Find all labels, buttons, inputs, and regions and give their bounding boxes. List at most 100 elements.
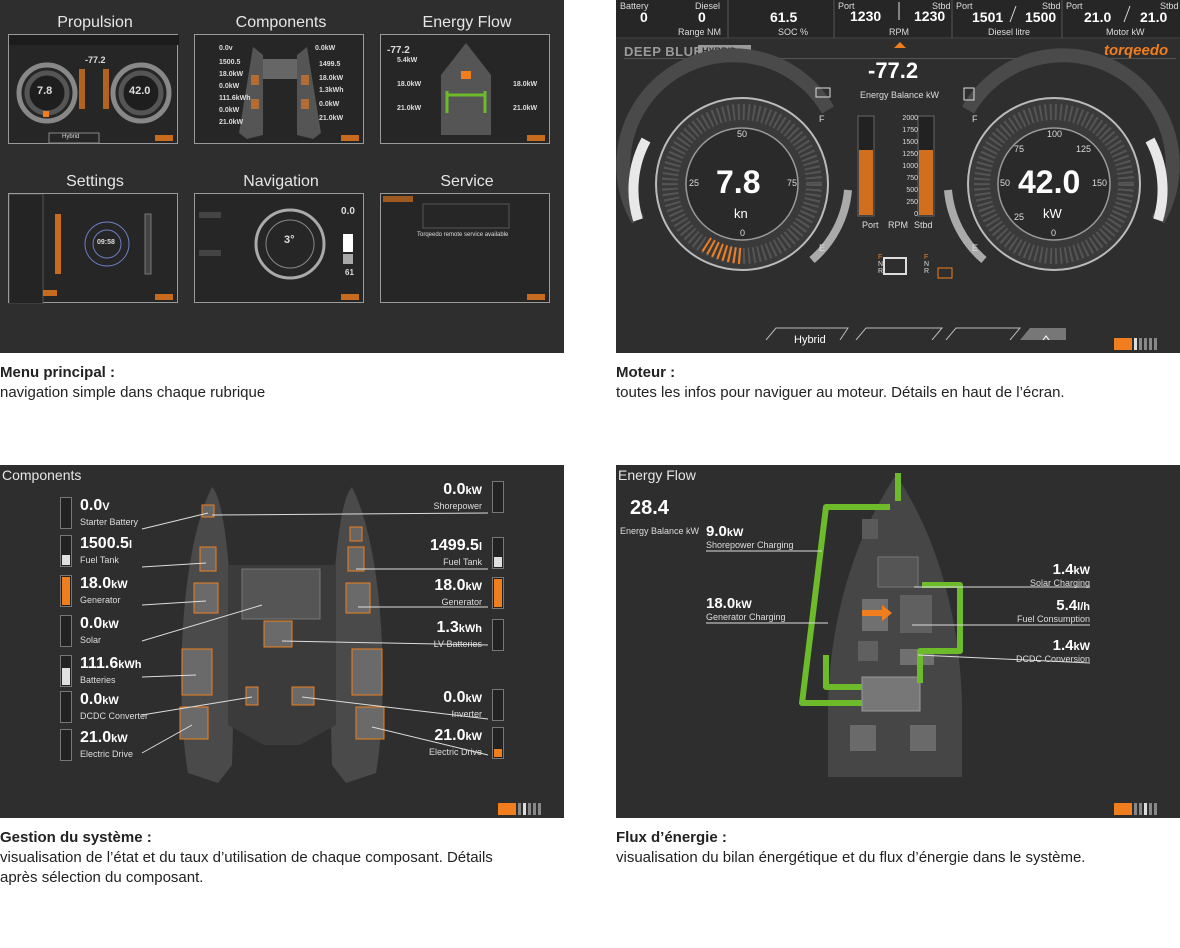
tile-settings[interactable]: 09:58 bbox=[8, 193, 178, 305]
energy-flow-number: 9.0 bbox=[706, 523, 727, 540]
soc-value: 61.5 bbox=[770, 9, 798, 25]
energy-balance-label: Energy Balance kW bbox=[860, 90, 940, 100]
navigation-mini-heading: 3° bbox=[284, 234, 295, 246]
component-value-unit: kWh bbox=[458, 623, 482, 635]
diesel-stbd-value: 1500 bbox=[1025, 9, 1057, 25]
topbar-rpm: Port 1230 Stbd 1230 RPM bbox=[834, 0, 952, 38]
component-row[interactable]: 21.0kW Electric Drive bbox=[60, 729, 210, 763]
component-value-unit: kW bbox=[102, 619, 119, 631]
component-level-bar bbox=[60, 497, 72, 529]
component-row[interactable]: 1499.5l Fuel Tank bbox=[350, 537, 504, 571]
fuel-e-right: E bbox=[972, 243, 979, 253]
energy-flow-value: 18.0kW bbox=[706, 595, 786, 612]
component-row[interactable]: 1.3kWh LV Batteries bbox=[350, 619, 504, 653]
right-tick-125: 125 bbox=[1076, 144, 1092, 154]
components-menu-icon[interactable] bbox=[498, 803, 541, 815]
tile-service[interactable]: Torqeedo remote service available bbox=[380, 193, 550, 303]
component-value: 0.0kW bbox=[80, 691, 119, 709]
rpm-label: RPM bbox=[889, 27, 909, 37]
tile-title-service: Service bbox=[440, 173, 494, 190]
tile-components[interactable]: 0.0v 1500.5 18.0kW 0.0kW 111.6kWh 0.0kW … bbox=[194, 34, 364, 144]
tile-energy-flow[interactable]: -77.2 5.4kW 18.0kW 18.0kW 21.0kW 21.0kW bbox=[380, 34, 550, 144]
component-name: Electric Drive bbox=[428, 747, 482, 757]
component-value: 0.0kW bbox=[443, 689, 482, 707]
left-tick-25: 25 bbox=[689, 178, 700, 188]
components-mini-v6: 21.0kW bbox=[219, 119, 244, 126]
component-value-unit: l bbox=[128, 539, 132, 551]
component-row[interactable]: 1500.5l Fuel Tank bbox=[60, 535, 210, 569]
component-value-unit: kW bbox=[102, 695, 119, 707]
component-row[interactable]: 0.0kW Solar bbox=[60, 615, 210, 649]
component-value-number: 18.0 bbox=[434, 577, 466, 594]
component-value-number: 0.0 bbox=[80, 497, 103, 514]
component-level-fill bbox=[62, 577, 70, 605]
right-tick-150: 150 bbox=[1092, 178, 1108, 188]
component-name: Batteries bbox=[80, 675, 116, 685]
energy-flow-item: 9.0kW Shorepower Charging bbox=[706, 523, 794, 550]
energy-flow-name: Generator Charging bbox=[706, 612, 786, 622]
rpm-port-value: 1230 bbox=[850, 8, 882, 24]
components-mini-v1: 1500.5 bbox=[219, 59, 241, 66]
tile-navigation[interactable]: 3° 0.0 61 bbox=[194, 193, 364, 303]
component-level-bar bbox=[60, 615, 72, 647]
gear-f-left: F bbox=[878, 254, 883, 261]
tile-title-components: Components bbox=[235, 14, 327, 31]
battery-value: 0 bbox=[640, 9, 648, 25]
component-row[interactable]: 18.0kW Generator bbox=[60, 575, 210, 609]
component-row[interactable]: 18.0kW Generator bbox=[350, 577, 504, 611]
soc-label: SOC % bbox=[778, 27, 809, 37]
propulsion-mini-gauges bbox=[9, 35, 179, 144]
components-mini-v0: 0.0v bbox=[219, 45, 233, 52]
propulsion-mini-balance: -77.2 bbox=[85, 55, 106, 65]
component-level-bar bbox=[60, 691, 72, 723]
left-tick-50: 50 bbox=[737, 129, 748, 139]
settings-mini-diagram bbox=[8, 193, 173, 305]
component-level-bar bbox=[492, 689, 504, 721]
motor-port-value: 21.0 bbox=[1084, 9, 1112, 25]
energy-flow-unit: l/h bbox=[1077, 601, 1090, 613]
energy-flow-name: Shorepower Charging bbox=[706, 540, 794, 550]
components-mini-v4: 111.6kWh bbox=[219, 95, 251, 102]
navigation-mini-compass bbox=[199, 208, 359, 300]
component-value-unit: kW bbox=[465, 581, 483, 593]
component-name: DCDC Converter bbox=[80, 711, 149, 721]
energy-flow-menu-icon[interactable] bbox=[1114, 803, 1157, 815]
torqeedo-menu-icon[interactable] bbox=[1114, 338, 1157, 350]
component-value-number: 1.3 bbox=[436, 619, 459, 636]
component-row[interactable]: 0.0kW Inverter bbox=[350, 689, 504, 723]
component-value-number: 1499.5 bbox=[430, 537, 479, 554]
component-value-number: 0.0 bbox=[443, 689, 466, 706]
component-row[interactable]: 0.0kW DCDC Converter bbox=[60, 691, 210, 725]
fuel-f-left: F bbox=[819, 114, 825, 124]
energy-flow-unit: kW bbox=[735, 599, 752, 611]
right-tick-25: 25 bbox=[1014, 212, 1025, 222]
component-value: 0.0kW bbox=[80, 615, 119, 633]
mode-hybrid-button[interactable]: Hybrid bbox=[794, 334, 826, 346]
component-row[interactable]: 0.0V Starter Battery bbox=[60, 497, 210, 531]
tile-propulsion[interactable]: 7.8 42.0 -77.2 Hybrid bbox=[8, 34, 179, 144]
energy-flow-item: 1.4kW Solar Charging bbox=[1030, 561, 1090, 588]
components-mini-v2: 18.0kW bbox=[219, 71, 244, 78]
energy-flow-value: 1.4kW bbox=[1016, 637, 1090, 654]
component-row[interactable]: 111.6kWh Batteries bbox=[60, 655, 210, 689]
energy-flow-name: Solar Charging bbox=[1029, 578, 1090, 588]
energy-flow-diagram bbox=[706, 473, 1091, 777]
energy-mini-v4: 21.0kW bbox=[397, 105, 422, 112]
speed-unit: kn bbox=[734, 206, 748, 221]
component-level-fill bbox=[62, 668, 70, 685]
component-value-unit: kW bbox=[111, 733, 128, 745]
rpm-scale-1000: 1000 bbox=[902, 163, 918, 170]
component-value-unit: kW bbox=[111, 579, 128, 591]
tile-title-settings: Settings bbox=[66, 173, 124, 190]
components-mini-v11: 0.0kW bbox=[319, 101, 340, 108]
energy-flow-name: DCDC Conversion bbox=[1015, 654, 1090, 664]
caption-menu-title: Menu principal : bbox=[0, 364, 116, 381]
component-level-fill bbox=[62, 555, 70, 565]
moteur-screen: Battery 0 Diesel 0 Range NM 61.5 SOC % P… bbox=[616, 0, 1180, 353]
component-name: Generator bbox=[80, 595, 121, 605]
rpm-scale-500: 500 bbox=[906, 187, 918, 194]
component-row[interactable]: 21.0kW Electric Drive bbox=[350, 727, 504, 761]
fuel-e-left: E bbox=[819, 243, 826, 253]
rpm-scale-1500: 1500 bbox=[902, 139, 918, 146]
component-row[interactable]: 0.0kW Shorepower bbox=[350, 481, 504, 515]
